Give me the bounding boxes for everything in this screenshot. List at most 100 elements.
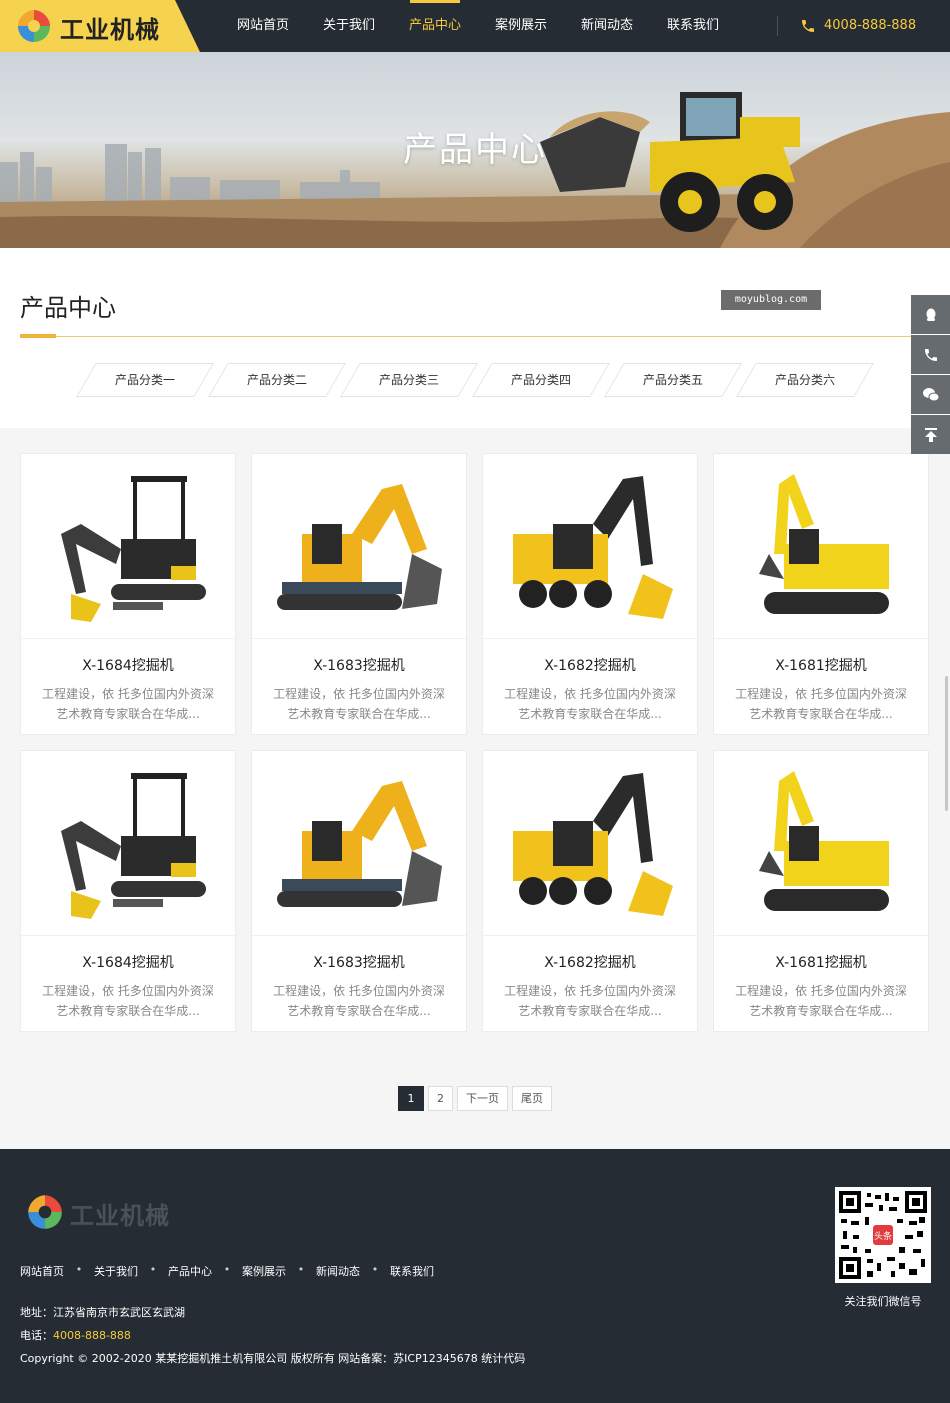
nav-cases[interactable]: 案例展示	[478, 0, 564, 52]
page-1-button[interactable]: 1	[398, 1086, 424, 1111]
product-desc-line: 工程建设，依 托多位国内外资深	[735, 687, 907, 701]
site-header: 工业机械 网站首页 关于我们 产品中心 案例展示 新闻动态 联系我们 4008-…	[0, 0, 950, 52]
watermark: moyublog.com	[721, 290, 821, 310]
footer-nav-separator: •	[223, 1263, 231, 1276]
product-description: 工程建设，依 托多位国内外资深 艺术教育专家联合在华成...	[39, 981, 217, 1021]
back-to-top-icon	[924, 427, 937, 442]
product-card[interactable]: X-1683挖掘机 工程建设，依 托多位国内外资深 艺术教育专家联合在华成...	[251, 750, 467, 1032]
footer-nav-products[interactable]: 产品中心	[168, 1263, 212, 1279]
address-label: 地址：	[20, 1306, 53, 1319]
scrollbar-thumb[interactable]	[945, 676, 948, 811]
phone-value[interactable]: 4008-888-888	[53, 1329, 131, 1342]
product-title[interactable]: X-1682挖掘机	[483, 952, 697, 972]
product-card[interactable]: X-1682挖掘机 工程建设，依 托多位国内外资深 艺术教育专家联合在华成...	[482, 453, 698, 735]
category-tab-5[interactable]: 产品分类五	[608, 363, 738, 397]
header-phone[interactable]: 4008-888-888	[800, 0, 916, 52]
product-desc-line: 工程建设，依 托多位国内外资深	[504, 984, 676, 998]
footer-address: 地址：江苏省南京市玄武区玄武湖	[20, 1301, 525, 1324]
product-desc-line: 艺术教育专家联合在华成...	[287, 707, 431, 721]
product-desc-line: 艺术教育专家联合在华成...	[749, 707, 893, 721]
product-desc-line: 艺术教育专家联合在华成...	[56, 1004, 200, 1018]
section-title: 产品中心	[20, 294, 116, 322]
product-title[interactable]: X-1683挖掘机	[252, 655, 466, 675]
last-page-button[interactable]: 尾页	[512, 1086, 552, 1111]
footer-nav-news[interactable]: 新闻动态	[316, 1263, 360, 1279]
qr-badge-text: 头条	[874, 1230, 892, 1242]
nav-news[interactable]: 新闻动态	[564, 0, 650, 52]
footer-info: 地址：江苏省南京市玄武区玄武湖 电话：4008-888-888 Copyrigh…	[20, 1301, 525, 1370]
product-title[interactable]: X-1681挖掘机	[714, 655, 928, 675]
category-tab-6[interactable]: 产品分类六	[740, 363, 870, 397]
section-divider-accent	[20, 334, 56, 338]
product-title[interactable]: X-1682挖掘机	[483, 655, 697, 675]
nav-products[interactable]: 产品中心	[392, 0, 478, 52]
footer-logo-icon[interactable]	[24, 1191, 66, 1233]
product-image[interactable]	[483, 751, 697, 936]
nav-contact[interactable]: 联系我们	[650, 0, 736, 52]
product-desc-line: 工程建设，依 托多位国内外资深	[42, 687, 214, 701]
nav-home[interactable]: 网站首页	[220, 0, 306, 52]
logo-text: 工业机械	[60, 16, 160, 44]
footer-phone: 电话：4008-888-888	[20, 1324, 525, 1347]
product-description: 工程建设，依 托多位国内外资深 艺术教育专家联合在华成...	[732, 981, 910, 1021]
product-description: 工程建设，依 托多位国内外资深 艺术教育专家联合在华成...	[732, 684, 910, 724]
qr-label: 关注我们微信号	[844, 1295, 922, 1308]
footer-nav-separator: •	[75, 1263, 83, 1276]
product-desc-line: 艺术教育专家联合在华成...	[518, 1004, 662, 1018]
footer-nav-home[interactable]: 网站首页	[20, 1263, 64, 1279]
section-divider	[20, 336, 930, 337]
back-to-top-button[interactable]	[911, 415, 950, 454]
product-image[interactable]	[21, 454, 235, 639]
product-card[interactable]: X-1684挖掘机 工程建设，依 托多位国内外资深 艺术教育专家联合在华成...	[20, 453, 236, 735]
banner-title: 产品中心	[403, 130, 547, 170]
product-title[interactable]: X-1681挖掘机	[714, 952, 928, 972]
product-image[interactable]	[252, 454, 466, 639]
product-card[interactable]: X-1681挖掘机 工程建设，依 托多位国内外资深 艺术教育专家联合在华成...	[713, 453, 929, 735]
category-tab-2[interactable]: 产品分类二	[212, 363, 342, 397]
product-card[interactable]: X-1681挖掘机 工程建设，依 托多位国内外资深 艺术教育专家联合在华成...	[713, 750, 929, 1032]
product-card[interactable]: X-1682挖掘机 工程建设，依 托多位国内外资深 艺术教育专家联合在华成...	[482, 750, 698, 1032]
product-description: 工程建设，依 托多位国内外资深 艺术教育专家联合在华成...	[501, 981, 679, 1021]
product-desc-line: 工程建设，依 托多位国内外资深	[273, 687, 445, 701]
wechat-button[interactable]	[911, 375, 950, 414]
category-tabs: 产品分类一 产品分类二 产品分类三 产品分类四 产品分类五 产品分类六	[80, 363, 870, 397]
nav-about[interactable]: 关于我们	[306, 0, 392, 52]
footer-nav-contact[interactable]: 联系我们	[390, 1263, 434, 1279]
product-image[interactable]	[714, 454, 928, 639]
footer-nav-cases[interactable]: 案例展示	[242, 1263, 286, 1279]
product-desc-line: 艺术教育专家联合在华成...	[287, 1004, 431, 1018]
product-description: 工程建设，依 托多位国内外资深 艺术教育专家联合在华成...	[39, 684, 217, 724]
product-desc-line: 工程建设，依 托多位国内外资深	[735, 984, 907, 998]
phone-button[interactable]	[911, 335, 950, 374]
product-title[interactable]: X-1683挖掘机	[252, 952, 466, 972]
product-title[interactable]: X-1684挖掘机	[21, 655, 235, 675]
product-image[interactable]	[714, 751, 928, 936]
wechat-icon	[922, 387, 939, 401]
phone-icon	[802, 20, 814, 32]
wechat-qr-code: 头条	[835, 1187, 931, 1283]
qq-button[interactable]	[911, 295, 950, 334]
nav-divider	[777, 16, 778, 36]
product-card[interactable]: X-1683挖掘机 工程建设，依 托多位国内外资深 艺术教育专家联合在华成...	[251, 453, 467, 735]
category-tab-label: 产品分类一	[114, 373, 175, 387]
product-title[interactable]: X-1684挖掘机	[21, 952, 235, 972]
header-phone-number: 4008-888-888	[824, 18, 917, 33]
category-tab-1[interactable]: 产品分类一	[80, 363, 210, 397]
main-nav: 网站首页 关于我们 产品中心 案例展示 新闻动态 联系我们	[220, 0, 736, 52]
category-tab-4[interactable]: 产品分类四	[476, 363, 606, 397]
product-image[interactable]	[21, 751, 235, 936]
page-2-button[interactable]: 2	[428, 1086, 453, 1111]
product-image[interactable]	[252, 751, 466, 936]
product-desc-line: 艺术教育专家联合在华成...	[518, 707, 662, 721]
category-tab-3[interactable]: 产品分类三	[344, 363, 474, 397]
product-image[interactable]	[483, 454, 697, 639]
product-card[interactable]: X-1684挖掘机 工程建设，依 托多位国内外资深 艺术教育专家联合在华成...	[20, 750, 236, 1032]
category-tab-label: 产品分类六	[774, 373, 835, 387]
logo[interactable]: 工业机械	[0, 0, 200, 52]
product-desc-line: 工程建设，依 托多位国内外资深	[273, 984, 445, 998]
footer-nav-about[interactable]: 关于我们	[94, 1263, 138, 1279]
category-tab-label: 产品分类五	[642, 373, 703, 387]
product-desc-line: 艺术教育专家联合在华成...	[749, 1004, 893, 1018]
next-page-button[interactable]: 下一页	[457, 1086, 508, 1111]
category-tab-label: 产品分类三	[378, 373, 439, 387]
